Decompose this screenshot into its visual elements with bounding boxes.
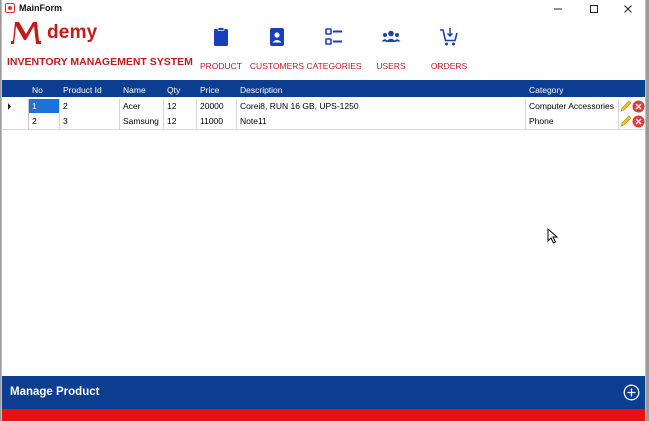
add-product-plus-icon[interactable]: [623, 384, 640, 401]
cell-price[interactable]: 20000: [200, 101, 224, 111]
cell-no[interactable]: 1: [32, 101, 37, 111]
table-row[interactable]: 2 3 Samsung 12 11000 Note11 Phone: [2, 114, 645, 130]
col-header-category[interactable]: Category: [529, 85, 564, 95]
col-header-price[interactable]: Price: [200, 85, 219, 95]
logo-m-icon: [11, 22, 41, 44]
footer-title: Manage Product: [10, 386, 100, 398]
users-icon: [381, 30, 401, 42]
row-header[interactable]: [2, 114, 29, 129]
cell-qty[interactable]: 12: [167, 101, 176, 111]
edit-pencil-icon[interactable]: [619, 100, 632, 113]
bottom-accent-bar: [2, 409, 645, 421]
cell-no[interactable]: 2: [32, 116, 37, 126]
nav-orders[interactable]: ORDERS: [419, 24, 479, 74]
mouse-cursor-icon: [547, 228, 559, 244]
current-row-indicator-icon: [8, 103, 11, 110]
header: demy INVENTORY MANAGEMENT SYSTEM PRODUCT…: [2, 18, 645, 80]
system-name: INVENTORY MANAGEMENT SYSTEM: [7, 56, 193, 68]
col-header-product-id[interactable]: Product Id: [63, 85, 102, 95]
minimize-icon: [554, 8, 562, 10]
col-header-no[interactable]: No: [32, 85, 43, 95]
brand-logo: demy: [10, 20, 97, 50]
delete-x-icon[interactable]: [632, 100, 645, 113]
window-title: MainForm: [19, 3, 63, 13]
cell-product-id[interactable]: 2: [63, 101, 68, 111]
list-icon: [325, 28, 342, 45]
nav-categories-label: CATEGORIES: [306, 61, 362, 71]
nav-customers-label: CUSTOMERS: [249, 61, 305, 71]
cell-qty[interactable]: 12: [167, 116, 176, 126]
cell-price[interactable]: 11000: [200, 116, 223, 126]
nav-customers[interactable]: CUSTOMERS: [247, 24, 307, 74]
id-card-icon: [270, 28, 284, 46]
col-header-qty[interactable]: Qty: [167, 85, 180, 95]
clipboard-icon: [214, 27, 228, 46]
cell-product-id[interactable]: 3: [63, 116, 68, 126]
nav-orders-label: ORDERS: [430, 61, 468, 71]
col-header-name[interactable]: Name: [123, 85, 146, 95]
col-header-description[interactable]: Description: [240, 85, 283, 95]
footer-bar: Manage Product: [2, 376, 645, 409]
cell-name[interactable]: Samsung: [123, 116, 159, 126]
close-button[interactable]: [613, 0, 643, 18]
cell-description[interactable]: Note11: [240, 116, 267, 126]
logo-text: demy: [47, 22, 98, 43]
main-window: MainForm demy INVENTORY MANAGEMENT SYSTE…: [1, 0, 646, 421]
nav-product-label: PRODUCT: [199, 61, 243, 71]
app-icon: [5, 3, 15, 13]
nav-product[interactable]: PRODUCT: [191, 24, 251, 74]
title-bar: MainForm: [2, 0, 645, 18]
row-header[interactable]: [2, 99, 29, 114]
nav-users-label: USERS: [376, 61, 406, 71]
cart-icon: [440, 28, 458, 46]
maximize-button[interactable]: [579, 0, 609, 18]
nav-users[interactable]: USERS: [361, 24, 421, 74]
delete-x-icon[interactable]: [632, 115, 645, 128]
edit-pencil-icon[interactable]: [619, 115, 632, 128]
maximize-icon: [590, 5, 598, 13]
cell-category[interactable]: Phone: [529, 116, 554, 126]
table-row[interactable]: 1 2 Acer 12 20000 Corei8, RUN 16 GB, UPS…: [2, 99, 645, 115]
close-icon: [624, 5, 632, 13]
cell-category[interactable]: Computer Accessories: [529, 101, 614, 111]
cell-description[interactable]: Corei8, RUN 16 GB, UPS-1250: [240, 101, 359, 111]
cell-name[interactable]: Acer: [123, 101, 140, 111]
nav-categories[interactable]: CATEGORIES: [304, 24, 364, 74]
grid-header: No Product Id Name Qty Price Description…: [2, 80, 645, 97]
minimize-button[interactable]: [543, 0, 573, 18]
